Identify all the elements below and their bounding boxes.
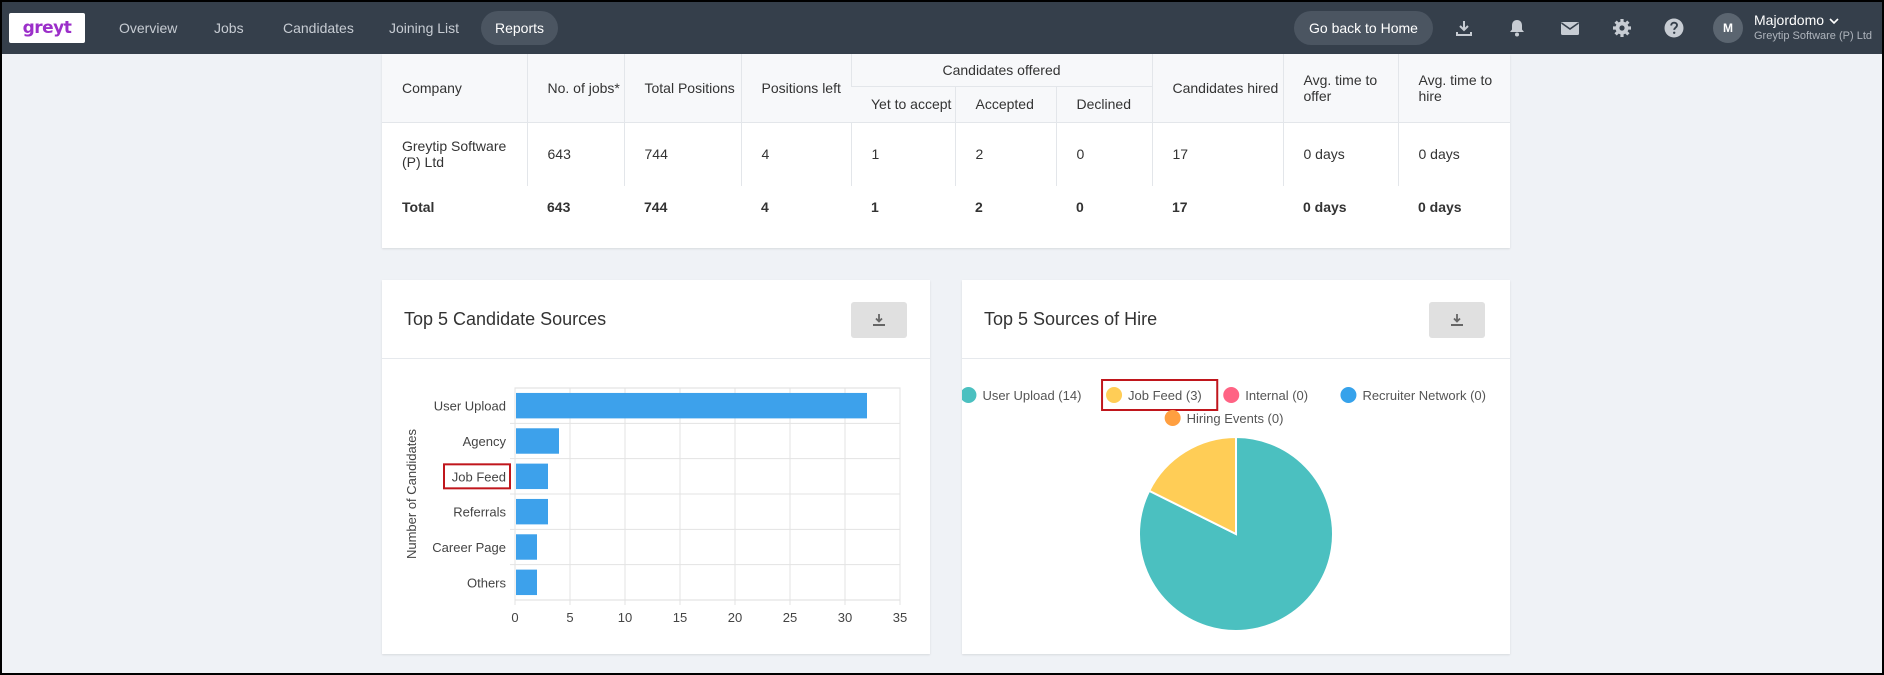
header-company: Company — [382, 54, 527, 122]
top-navbar: greyt Overview Jobs Candidates Joining L… — [2, 2, 1882, 54]
candidate-sources-bar-chart: 0 5 10 15 20 25 30 35 User Upload Agency Job Feed R… — [404, 387, 907, 625]
x-tick-label: 30 — [838, 610, 852, 625]
x-tick-label: 10 — [618, 610, 632, 625]
candidate-sources-card: Top 5 Candidate Sources 0 5 10 15 20 25 30 35 Us… — [382, 280, 930, 654]
cell-declined: 0 — [1055, 121, 1152, 186]
bar-others[interactable] — [516, 569, 537, 596]
app-frame: greyt Overview Jobs Candidates Joining L… — [2, 2, 1882, 673]
legend-label[interactable]: Hiring Events (0) — [1187, 411, 1284, 426]
cell-yet-to-accept: 1 — [850, 121, 955, 186]
y-tick-label: Career Page — [432, 540, 506, 555]
cell-hired: 17 — [1151, 121, 1283, 186]
total-positions: 744 — [644, 198, 668, 215]
legend-swatch[interactable] — [962, 387, 977, 403]
x-tick-label: 25 — [783, 610, 797, 625]
header-candidates-hired: Candidates hired — [1151, 54, 1283, 122]
header-declined: Declined — [1055, 85, 1152, 122]
summary-table: Company No. of jobs* Total Positions Pos… — [382, 54, 1510, 227]
cell-positions-left: 4 — [740, 121, 851, 186]
gear-icon[interactable] — [1611, 17, 1633, 39]
download-icon[interactable] — [1453, 17, 1475, 39]
y-tick-label: Others — [467, 575, 507, 590]
legend-swatch[interactable] — [1223, 387, 1240, 403]
y-tick-label: Agency — [463, 434, 507, 449]
x-tick-label: 20 — [728, 610, 742, 625]
table-row: Greytip Software (P) Ltd 643 744 4 1 2 0… — [382, 121, 1510, 186]
header-jobs: No. of jobs* — [526, 54, 624, 122]
bell-icon[interactable] — [1506, 17, 1528, 39]
legend-swatch[interactable] — [1164, 410, 1181, 426]
total-jobs: 643 — [547, 198, 571, 215]
header-total-positions: Total Positions — [623, 54, 741, 122]
bar-user-upload[interactable] — [516, 392, 867, 419]
total-label: Total — [402, 198, 435, 215]
legend-label[interactable]: Internal (0) — [1245, 388, 1308, 403]
cell-avg-hire: 0 days — [1397, 121, 1510, 186]
mail-icon[interactable] — [1559, 17, 1581, 39]
header-avg-time-offer: Avg. time to offer — [1282, 54, 1398, 122]
summary-table-card: Company No. of jobs* Total Positions Pos… — [382, 54, 1510, 248]
cell-accepted: 2 — [954, 121, 1056, 186]
nav-candidates[interactable]: Candidates — [269, 11, 368, 45]
total-positions-left: 4 — [761, 198, 769, 215]
legend-label[interactable]: Job Feed (3) — [1128, 388, 1202, 403]
y-tick-label: Job Feed — [452, 469, 506, 484]
legend-label[interactable]: Recruiter Network (0) — [1362, 388, 1486, 403]
greytip-logo[interactable]: greyt — [9, 13, 85, 43]
nav-overview[interactable]: Overview — [105, 11, 191, 45]
avatar[interactable]: M — [1713, 13, 1743, 43]
header-candidates-offered: Candidates offered — [850, 54, 1152, 87]
header-positions-left: Positions left — [740, 54, 851, 122]
sources-of-hire-pie-chart: User Upload (14) Job Feed (3) Internal (0)… — [962, 379, 1486, 632]
nav-joining-list[interactable]: Joining List — [375, 11, 473, 45]
cell-total-positions: 744 — [623, 121, 741, 186]
user-company: Greytip Software (P) Ltd — [1754, 30, 1872, 42]
y-tick-label: Referrals — [453, 505, 506, 520]
total-declined: 0 — [1076, 198, 1084, 215]
legend-label[interactable]: User Upload (14) — [982, 388, 1081, 403]
nav-reports[interactable]: Reports — [481, 11, 559, 45]
bar-referrals[interactable] — [516, 498, 548, 525]
x-tick-label: 5 — [566, 610, 573, 625]
table-total-row: Total 643 744 4 1 2 0 17 0 days 0 days — [382, 186, 1510, 227]
header-accepted: Accepted — [954, 85, 1056, 122]
x-tick-label: 0 — [511, 610, 518, 625]
nav-jobs[interactable]: Jobs — [200, 11, 258, 45]
bar-career-page[interactable] — [516, 534, 537, 560]
total-avg-offer: 0 days — [1303, 198, 1347, 215]
y-tick-label: User Upload — [434, 399, 506, 414]
total-accepted: 2 — [975, 198, 983, 215]
go-back-home-button[interactable]: Go back to Home — [1294, 11, 1433, 45]
header-yet-to-accept: Yet to accept — [851, 85, 955, 122]
legend-swatch[interactable] — [1106, 387, 1123, 403]
chevron-down-icon[interactable] — [1828, 14, 1840, 26]
total-hired: 17 — [1172, 198, 1188, 215]
legend-swatch[interactable] — [1340, 387, 1357, 403]
header-avg-time-hire: Avg. time to hire — [1397, 54, 1510, 122]
total-yet-to-accept: 1 — [871, 198, 879, 215]
bar-job-feed[interactable] — [516, 463, 548, 490]
help-icon[interactable] — [1663, 17, 1685, 39]
sources-of-hire-card: Top 5 Sources of Hire User Upload (14) Jo… — [962, 280, 1510, 654]
cell-company: Greytip Software (P) Ltd — [382, 121, 527, 186]
cell-jobs: 643 — [526, 121, 624, 186]
user-name[interactable]: Majordomo — [1754, 12, 1824, 28]
x-tick-label: 35 — [893, 610, 907, 625]
y-axis-title: Number of Candidates — [404, 428, 419, 559]
total-avg-hire: 0 days — [1418, 198, 1462, 215]
cell-avg-offer: 0 days — [1282, 121, 1398, 186]
x-tick-label: 15 — [673, 610, 687, 625]
bar-agency[interactable] — [516, 428, 559, 454]
